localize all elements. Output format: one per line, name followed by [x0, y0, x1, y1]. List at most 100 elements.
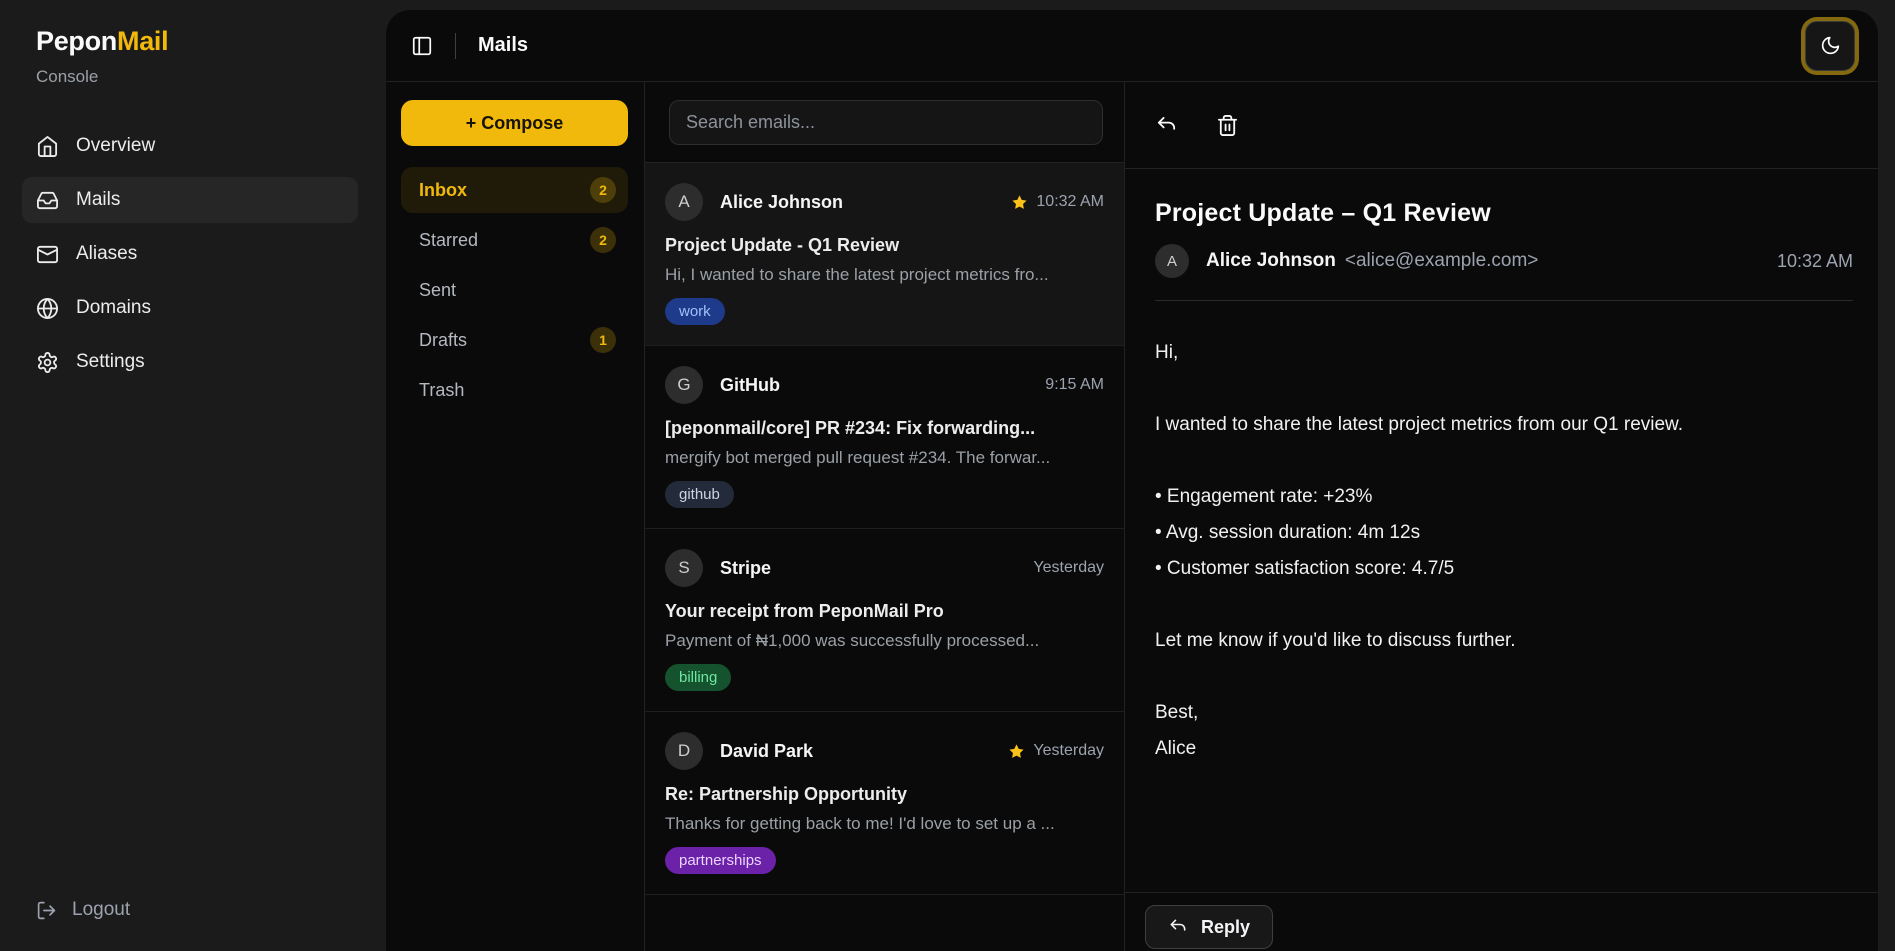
- search-bar: [645, 82, 1124, 163]
- folder-label: Drafts: [419, 330, 590, 351]
- email-sender: Stripe: [720, 558, 771, 579]
- detail-time: 10:32 AM: [1777, 251, 1853, 272]
- sidebar-item-mails[interactable]: Mails: [22, 177, 358, 223]
- email-list-item[interactable]: D David Park Yesterday Re: Partnership O…: [645, 712, 1124, 895]
- body-paragraph: Best, Alice: [1155, 695, 1853, 767]
- folder-label: Starred: [419, 230, 590, 251]
- inbox-icon: [36, 189, 59, 212]
- logout-button[interactable]: Logout: [36, 899, 130, 921]
- logout-icon: [36, 900, 57, 921]
- sidebar-nav: Overview Mails Aliases Domains Settings: [0, 123, 386, 385]
- email-time: 10:32 AM: [1036, 193, 1104, 211]
- home-icon: [36, 135, 59, 158]
- sidebar-item-label: Mails: [76, 189, 120, 211]
- email-preview: mergify bot merged pull request #234. Th…: [665, 448, 1104, 468]
- sidebar: PeponMail Console Overview Mails Aliases…: [0, 0, 386, 951]
- unread-count-badge: 1: [590, 327, 616, 353]
- globe-icon: [36, 297, 59, 320]
- unread-count-badge: 2: [590, 227, 616, 253]
- email-sender: David Park: [720, 741, 813, 762]
- email-list-panel: A Alice Johnson 10:32 AM Project Update …: [645, 82, 1125, 951]
- email-list-item[interactable]: G GitHub 9:15 AM [peponmail/core] PR #23…: [645, 346, 1124, 529]
- email-sender: GitHub: [720, 375, 780, 396]
- email-detail-panel: Project Update – Q1 Review A Alice Johns…: [1125, 82, 1878, 951]
- back-arrow-icon: [1155, 114, 1178, 137]
- folder-sent[interactable]: Sent: [401, 267, 628, 313]
- detail-body: Hi, I wanted to share the latest project…: [1155, 335, 1853, 767]
- delete-button[interactable]: [1216, 114, 1239, 137]
- detail-sender-name: Alice Johnson: [1206, 250, 1336, 272]
- email-list: A Alice Johnson 10:32 AM Project Update …: [645, 163, 1124, 951]
- folder-trash[interactable]: Trash: [401, 367, 628, 413]
- reply-label: Reply: [1201, 917, 1250, 938]
- email-list-item[interactable]: S Stripe Yesterday Your receipt from Pep…: [645, 529, 1124, 712]
- email-time: 9:15 AM: [1045, 376, 1104, 394]
- brand-subtitle: Console: [36, 67, 386, 87]
- sidebar-item-label: Settings: [76, 351, 145, 373]
- logout-label: Logout: [72, 899, 130, 921]
- email-preview: Hi, I wanted to share the latest project…: [665, 265, 1104, 285]
- email-subject: Re: Partnership Opportunity: [665, 784, 1104, 805]
- sidebar-toggle-button[interactable]: [411, 35, 433, 57]
- email-subject: Your receipt from PeponMail Pro: [665, 601, 1104, 622]
- folder-starred[interactable]: Starred 2: [401, 217, 628, 263]
- body-paragraph: Let me know if you'd like to discuss fur…: [1155, 623, 1853, 659]
- avatar: A: [1155, 244, 1189, 278]
- email-subject: Project Update - Q1 Review: [665, 235, 1104, 256]
- email-list-item[interactable]: A Alice Johnson 10:32 AM Project Update …: [645, 163, 1124, 346]
- topbar: Mails: [386, 10, 1878, 82]
- folder-label: Sent: [419, 280, 616, 301]
- email-preview: Thanks for getting back to me! I'd love …: [665, 814, 1104, 834]
- brand-logo: PeponMail: [36, 26, 386, 57]
- brand-accent: Mail: [117, 26, 168, 56]
- mail-icon: [36, 243, 59, 266]
- compose-button[interactable]: + Compose: [401, 100, 628, 146]
- reply-button[interactable]: Reply: [1145, 905, 1273, 949]
- avatar: G: [665, 366, 703, 404]
- gear-icon: [36, 351, 59, 374]
- sidebar-item-label: Domains: [76, 297, 151, 319]
- body-paragraph: • Engagement rate: +23% • Avg. session d…: [1155, 479, 1853, 587]
- tag-badge: partnerships: [665, 847, 776, 874]
- star-icon: [1011, 194, 1028, 211]
- folder-inbox[interactable]: Inbox 2: [401, 167, 628, 213]
- main-panel: Mails + Compose Inbox 2 Starred 2 Sent: [386, 10, 1878, 951]
- sidebar-item-aliases[interactable]: Aliases: [22, 231, 358, 277]
- folder-label: Trash: [419, 380, 616, 401]
- avatar: S: [665, 549, 703, 587]
- theme-toggle-button[interactable]: [1805, 21, 1855, 71]
- folder-drafts[interactable]: Drafts 1: [401, 317, 628, 363]
- detail-footer: Reply: [1125, 892, 1878, 951]
- back-button[interactable]: [1155, 114, 1178, 137]
- avatar: A: [665, 183, 703, 221]
- email-time: Yesterday: [1033, 742, 1104, 760]
- trash-icon: [1216, 114, 1239, 137]
- tag-badge: github: [665, 481, 734, 508]
- detail-subject: Project Update – Q1 Review: [1155, 199, 1853, 228]
- body-paragraph: Hi,: [1155, 335, 1853, 371]
- sidebar-item-label: Overview: [76, 135, 155, 157]
- avatar: D: [665, 732, 703, 770]
- tag-badge: billing: [665, 664, 731, 691]
- tag-badge: work: [665, 298, 725, 325]
- app-root: PeponMail Console Overview Mails Aliases…: [0, 0, 1895, 951]
- detail-sender-row: A Alice Johnson <alice@example.com> 10:3…: [1155, 244, 1853, 301]
- reply-icon: [1168, 917, 1188, 937]
- email-sender: Alice Johnson: [720, 192, 843, 213]
- sidebar-item-label: Aliases: [76, 243, 137, 265]
- detail-sender-email: <alice@example.com>: [1345, 250, 1539, 272]
- page-title: Mails: [478, 34, 528, 57]
- sidebar-item-settings[interactable]: Settings: [22, 339, 358, 385]
- panel-left-icon: [411, 35, 433, 57]
- brand-primary: Pepon: [36, 26, 117, 56]
- folder-label: Inbox: [419, 180, 590, 201]
- search-input[interactable]: [669, 100, 1103, 145]
- topbar-divider: [455, 33, 456, 59]
- detail-toolbar: [1125, 82, 1878, 169]
- email-time: Yesterday: [1033, 559, 1104, 577]
- body-paragraph: I wanted to share the latest project met…: [1155, 407, 1853, 443]
- sidebar-item-domains[interactable]: Domains: [22, 285, 358, 331]
- email-subject: [peponmail/core] PR #234: Fix forwarding…: [665, 418, 1104, 439]
- unread-count-badge: 2: [590, 177, 616, 203]
- sidebar-item-overview[interactable]: Overview: [22, 123, 358, 169]
